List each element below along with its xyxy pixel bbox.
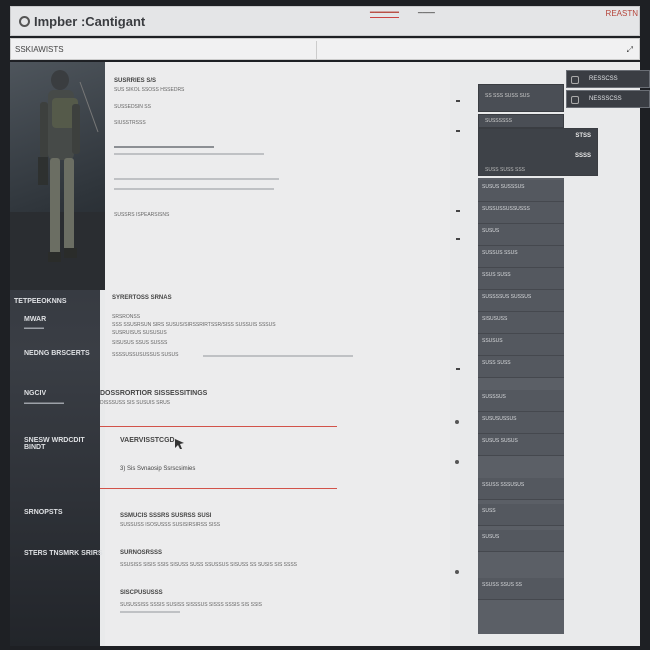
left-nav-sub-2: ▬▬▬▬ bbox=[24, 325, 44, 331]
right-list-item[interactable]: SUSSUSSUSSUSSS bbox=[478, 202, 564, 224]
row-1-label[interactable]: VAERVISSTCGD bbox=[120, 437, 175, 444]
bell-icon bbox=[571, 76, 579, 84]
content-line-4: SIUSSTRSSS bbox=[114, 120, 146, 126]
progress-bar-3 bbox=[114, 178, 279, 180]
cloud-icon bbox=[19, 15, 30, 27]
tab-other[interactable]: ━━━━ bbox=[418, 9, 435, 17]
right-list-item[interactable]: SSUSS SSUS SS bbox=[478, 578, 564, 600]
stats-label: STSS bbox=[575, 133, 591, 139]
notification-1[interactable]: RESSCSS bbox=[566, 70, 650, 88]
radio-dot[interactable] bbox=[455, 420, 459, 424]
right-list-item[interactable]: SUSSSUS bbox=[478, 390, 564, 412]
left-nav-sub-4: ▬▬▬▬▬▬▬▬ bbox=[24, 400, 64, 406]
right-list-item[interactable]: SUSSSSUS SUSSUS bbox=[478, 290, 564, 312]
scroll-marker bbox=[456, 238, 460, 240]
right-list-item[interactable]: SISUSUSS bbox=[478, 312, 564, 334]
tab-active[interactable]: ━━━━━━ bbox=[370, 8, 399, 18]
right-list-item[interactable]: SSUS SUSS bbox=[478, 268, 564, 290]
section-4-heading: SSMUCIS SSSRS SUSRSS SUSI bbox=[120, 513, 212, 519]
radio-dot[interactable] bbox=[455, 570, 459, 574]
section-5-sub: SSUSISS SISIS SSIS SISUSS SUSS SSUSSUS S… bbox=[120, 562, 298, 568]
scroll-marker bbox=[456, 100, 460, 102]
app-logo[interactable]: Impber :Cantigant bbox=[19, 14, 145, 29]
right-panel-1-label: SS SSS SUSS SUS bbox=[485, 93, 530, 99]
left-nav-section-2[interactable]: MWAR bbox=[24, 316, 106, 323]
top-right-link[interactable]: REASTN bbox=[606, 9, 638, 18]
sub-bar-divider bbox=[316, 41, 317, 59]
section-6-bar bbox=[120, 611, 180, 613]
notification-2[interactable]: NESSSCSS bbox=[566, 90, 650, 108]
left-nav-section-7[interactable]: STERS TNSMRK SRIRS bbox=[24, 550, 106, 557]
right-list-item[interactable]: SSUSS SSSUSUS bbox=[478, 478, 564, 500]
stats-sub: SUSS SUSS SSS bbox=[485, 167, 526, 173]
right-list-item[interactable]: SUSS bbox=[478, 504, 564, 526]
alert-icon bbox=[571, 96, 579, 104]
sub-bar-label: SSKIAWISTS bbox=[15, 44, 64, 54]
section-2-sub-3: SUSRUISUS SUSUSUS bbox=[112, 330, 167, 336]
section-3-sub: DISSSUSS SIS SUSUIS SRUS bbox=[100, 400, 171, 406]
section-6-sub: SUSUSSISS SSSIS SUSISS SISSSUS SISSS SSS… bbox=[120, 602, 262, 608]
content-line-1: SUSRRIES S/S bbox=[114, 78, 157, 84]
right-list-item[interactable]: SUSSUS SSUS bbox=[478, 246, 564, 268]
right-list-item[interactable]: SUSUS bbox=[478, 224, 564, 246]
section-3-heading: DOSSRORTIOR SISSESSITINGS bbox=[100, 390, 208, 397]
section-5-heading: SURNOSRSSS bbox=[120, 550, 163, 556]
app-title: Impber :Cantigant bbox=[34, 13, 146, 29]
progress-bar-2 bbox=[114, 153, 264, 155]
divider-red-2 bbox=[100, 488, 337, 489]
right-list-item[interactable]: SUSUSUSSUS bbox=[478, 412, 564, 434]
soldier-image bbox=[10, 62, 105, 290]
radio-dot[interactable] bbox=[455, 460, 459, 464]
section-6-heading: SISCPUSUSSS bbox=[120, 590, 163, 596]
section-2-sub-5: SSSSUSSUSUSSUS SUSUS bbox=[112, 352, 179, 358]
right-list-item[interactable]: SUSUS SUSSSUS bbox=[478, 180, 564, 202]
row-2-label[interactable]: 3) Sis Svnaosip Ssrscsimies bbox=[120, 466, 195, 472]
sub-bar: SSKIAWISTS ⤢ bbox=[10, 38, 640, 60]
section-2-sub-4: SISUSUS SSUS SUSSS bbox=[112, 340, 168, 346]
soldier-illustration bbox=[10, 70, 105, 290]
cursor-icon bbox=[175, 436, 184, 449]
section-2-sub-1: SRSRONSS bbox=[112, 314, 141, 320]
notification-2-label: NESSSCSS bbox=[589, 96, 622, 102]
expand-icon[interactable]: ⤢ bbox=[627, 45, 633, 55]
right-panel-1: SS SSS SUSS SUS bbox=[478, 84, 564, 112]
left-nav-section-4[interactable]: NGCIV bbox=[24, 390, 106, 397]
content-line-2: SUS SIKOL SSOSS HSSEDRS bbox=[114, 87, 185, 93]
right-list-item[interactable]: SUSUS bbox=[478, 530, 564, 552]
progress-bar-4 bbox=[114, 188, 274, 190]
section-2-sub-2: SSS SSUSRSUN SIRS SUSUS/SIRSSRIRTSSR/SIS… bbox=[112, 322, 276, 328]
left-nav-section-1[interactable]: TETPEEOKNNS bbox=[14, 298, 96, 305]
section-2-heading: SYRERTOSS SRNAS bbox=[112, 295, 172, 301]
right-list-item[interactable]: SUSS SUSS bbox=[478, 356, 564, 378]
right-panel-2-label: SUSSSSSS bbox=[485, 118, 512, 124]
progress-bar-1 bbox=[114, 146, 214, 148]
content-line-5: SUSSRS ISPEARSISNS bbox=[114, 212, 170, 218]
section-2-bar bbox=[203, 355, 353, 357]
stats-value: SSSS bbox=[574, 153, 591, 159]
divider-red-1 bbox=[100, 426, 337, 427]
top-bar: Impber :Cantigant bbox=[10, 6, 640, 36]
scroll-marker bbox=[456, 368, 460, 370]
left-nav-section-6[interactable]: SRNOPSTS bbox=[24, 509, 106, 516]
notification-1-label: RESSCSS bbox=[589, 76, 618, 82]
right-panel-2: SUSSSSSS bbox=[478, 114, 564, 128]
content-line-3: SUSSEDSIN SS bbox=[114, 104, 151, 110]
left-nav-section-5[interactable]: SNESW WRDCDIT BINDT bbox=[24, 437, 106, 451]
left-nav-section-3[interactable]: NEDNG BRSCERTS bbox=[24, 350, 106, 357]
section-4-sub: SUSSUSS ISOSUSSS SUSISIRSIRSS SISS bbox=[120, 522, 221, 528]
scroll-marker bbox=[456, 210, 460, 212]
stats-panel: STSS SSSS SUSS SUSS SSS bbox=[478, 128, 598, 176]
right-list-item[interactable]: SUSUS SUSUS bbox=[478, 434, 564, 456]
right-list-item[interactable]: SSUSUS bbox=[478, 334, 564, 356]
scroll-marker bbox=[456, 130, 460, 132]
